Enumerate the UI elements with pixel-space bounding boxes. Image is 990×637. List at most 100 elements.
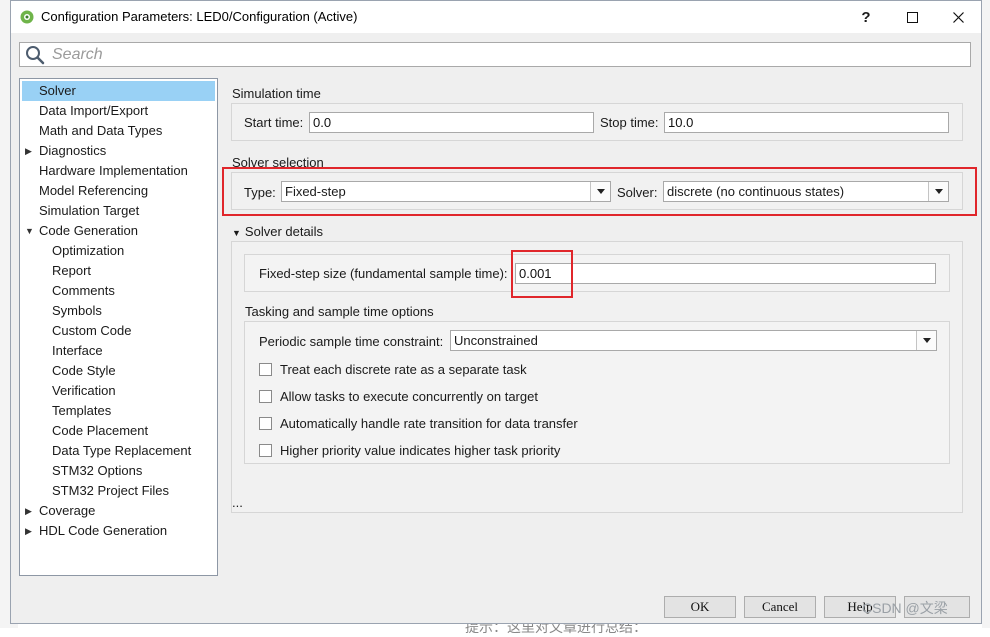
checkbox-concurrent-tasks[interactable]: Allow tasks to execute concurrently on t… xyxy=(259,387,538,405)
tree-item[interactable]: Data Import/Export xyxy=(22,101,155,121)
button-bar: OK Cancel Help xyxy=(11,585,981,623)
background-right-strip xyxy=(982,0,990,628)
maximize-icon xyxy=(906,11,918,23)
fixed-step-size-label: Fixed-step size (fundamental sample time… xyxy=(259,266,508,281)
start-time-input[interactable] xyxy=(309,112,594,133)
checkbox-box[interactable] xyxy=(259,443,272,457)
close-button[interactable] xyxy=(935,1,981,33)
expand-arrow-icon[interactable]: ▶ xyxy=(25,521,32,541)
checkbox-label: Automatically handle rate transition for… xyxy=(280,415,578,431)
checkbox-label: Allow tasks to execute concurrently on t… xyxy=(280,388,538,404)
expand-arrow-icon[interactable]: ▶ xyxy=(25,501,32,521)
tree-item[interactable]: ▶ Diagnostics xyxy=(22,141,113,161)
tasking-options-group: Periodic sample time constraint: Unconst… xyxy=(244,321,950,464)
tree-item[interactable]: Data Type Replacement xyxy=(22,441,191,461)
tree-item-label: Optimization xyxy=(52,243,125,258)
tree-item[interactable]: STM32 Options xyxy=(22,461,142,481)
tree-item[interactable]: ▶ Coverage xyxy=(22,501,102,521)
tree-item[interactable]: Simulation Target xyxy=(22,201,146,221)
help-title-button[interactable]: ? xyxy=(843,1,889,33)
cancel-button[interactable]: Cancel xyxy=(744,596,816,618)
tree-item[interactable]: Custom Code xyxy=(22,321,131,341)
tree-item[interactable]: Optimization xyxy=(22,241,124,261)
tree-item-label: Code Generation xyxy=(39,223,139,238)
start-time-label: Start time: xyxy=(244,115,304,130)
tree-item-label: Code Style xyxy=(52,363,116,378)
more-ellipsis: ... xyxy=(232,495,243,510)
checkbox-box[interactable] xyxy=(259,389,272,403)
expand-arrow-icon: ▼ xyxy=(232,228,241,238)
collapse-arrow-icon[interactable]: ▼ xyxy=(25,221,34,241)
tree-item[interactable]: STM32 Project Files xyxy=(22,481,169,501)
tree-item-label: HDL Code Generation xyxy=(39,523,168,538)
tree-item[interactable]: Solver xyxy=(22,81,215,101)
tree-item-label: Simulation Target xyxy=(39,203,140,218)
configuration-window: Configuration Parameters: LED0/Configura… xyxy=(10,0,982,624)
tree-item[interactable]: Code Placement xyxy=(22,421,148,441)
window-title: Configuration Parameters: LED0/Configura… xyxy=(41,9,358,24)
checkbox-box[interactable] xyxy=(259,362,272,376)
dialog-content: Solver Data Import/Export Math and Data Ty… xyxy=(11,33,981,623)
periodic-constraint-dropdown[interactable]: Unconstrained xyxy=(450,330,937,351)
search-input[interactable] xyxy=(50,44,954,65)
tree-item-label: Symbols xyxy=(52,303,102,318)
fixed-step-size-input[interactable] xyxy=(515,263,936,284)
tree-item-label: Code Placement xyxy=(52,423,149,438)
chevron-down-icon xyxy=(916,331,936,350)
close-icon xyxy=(952,11,964,23)
checkbox-label: Treat each discrete rate as a separate t… xyxy=(280,361,527,377)
solver-panel: Simulation time Start time: Stop time: S… xyxy=(222,78,977,576)
periodic-constraint-label: Periodic sample time constraint: xyxy=(259,334,444,349)
title-bar: Configuration Parameters: LED0/Configura… xyxy=(11,1,981,33)
question-icon: ? xyxy=(861,8,871,26)
tree-item[interactable]: Report xyxy=(22,261,91,281)
tree-item-label: Comments xyxy=(52,283,115,298)
fixed-step-group: Fixed-step size (fundamental sample time… xyxy=(244,254,950,292)
search-icon xyxy=(26,45,45,64)
tree-item-label: Interface xyxy=(52,343,103,358)
tree-item[interactable]: ▶ HDL Code Generation xyxy=(22,521,174,541)
ok-button[interactable]: OK xyxy=(664,596,736,618)
tree-item[interactable]: Code Style xyxy=(22,361,116,381)
periodic-constraint-value: Unconstrained xyxy=(454,333,538,348)
tree-item[interactable]: Comments xyxy=(22,281,115,301)
simulation-time-title: Simulation time xyxy=(232,86,321,101)
tree-item[interactable]: Math and Data Types xyxy=(22,121,169,141)
checkbox-box[interactable] xyxy=(259,416,272,430)
tree-item-label: Custom Code xyxy=(52,323,132,338)
tree-item[interactable]: Model Referencing xyxy=(22,181,155,201)
checkbox-priority-value[interactable]: Higher priority value indicates higher t… xyxy=(259,441,560,459)
solver-details-title[interactable]: ▼ Solver details xyxy=(232,224,323,239)
checkbox-label: Higher priority value indicates higher t… xyxy=(280,442,561,458)
tasking-options-title: Tasking and sample time options xyxy=(245,304,434,319)
tree-item-label: Solver xyxy=(39,83,76,98)
solver-details-label: Solver details xyxy=(244,224,323,239)
tree-item-label: Hardware Implementation xyxy=(39,163,188,178)
tree-item[interactable]: Symbols xyxy=(22,301,102,321)
tree-item[interactable]: Hardware Implementation xyxy=(22,161,195,181)
highlight-box-solver-selection xyxy=(222,167,977,216)
tree-item-label: Data Type Replacement xyxy=(52,443,192,458)
tree-item-label: Report xyxy=(52,263,92,278)
tree-item[interactable]: Verification xyxy=(22,381,116,401)
tree-item-label: Templates xyxy=(52,403,112,418)
checkbox-rate-transition[interactable]: Automatically handle rate transition for… xyxy=(259,414,578,432)
solver-details-group: Fixed-step size (fundamental sample time… xyxy=(231,241,963,513)
maximize-button[interactable] xyxy=(889,1,935,33)
expand-arrow-icon[interactable]: ▶ xyxy=(25,141,32,161)
highlight-box-step-size xyxy=(511,250,573,298)
stop-time-label: Stop time: xyxy=(600,115,659,130)
tree-item-label: STM32 Options xyxy=(52,463,143,478)
tree-item-label: Diagnostics xyxy=(39,143,107,158)
tree-item[interactable]: Templates xyxy=(22,401,111,421)
search-box[interactable] xyxy=(19,42,971,67)
simulation-time-group: Start time: Stop time: xyxy=(231,103,963,141)
stop-time-input[interactable] xyxy=(664,112,949,133)
simulink-app-icon xyxy=(20,10,34,24)
tree-item-label: Data Import/Export xyxy=(39,103,149,118)
tree-item-label: Math and Data Types xyxy=(39,123,163,138)
checkbox-separate-task[interactable]: Treat each discrete rate as a separate t… xyxy=(259,360,527,378)
tree-item[interactable]: ▼ Code Generation xyxy=(22,221,145,241)
tree-item[interactable]: Interface xyxy=(22,341,103,361)
csdn-watermark: CSDN @文梁 xyxy=(862,600,948,616)
